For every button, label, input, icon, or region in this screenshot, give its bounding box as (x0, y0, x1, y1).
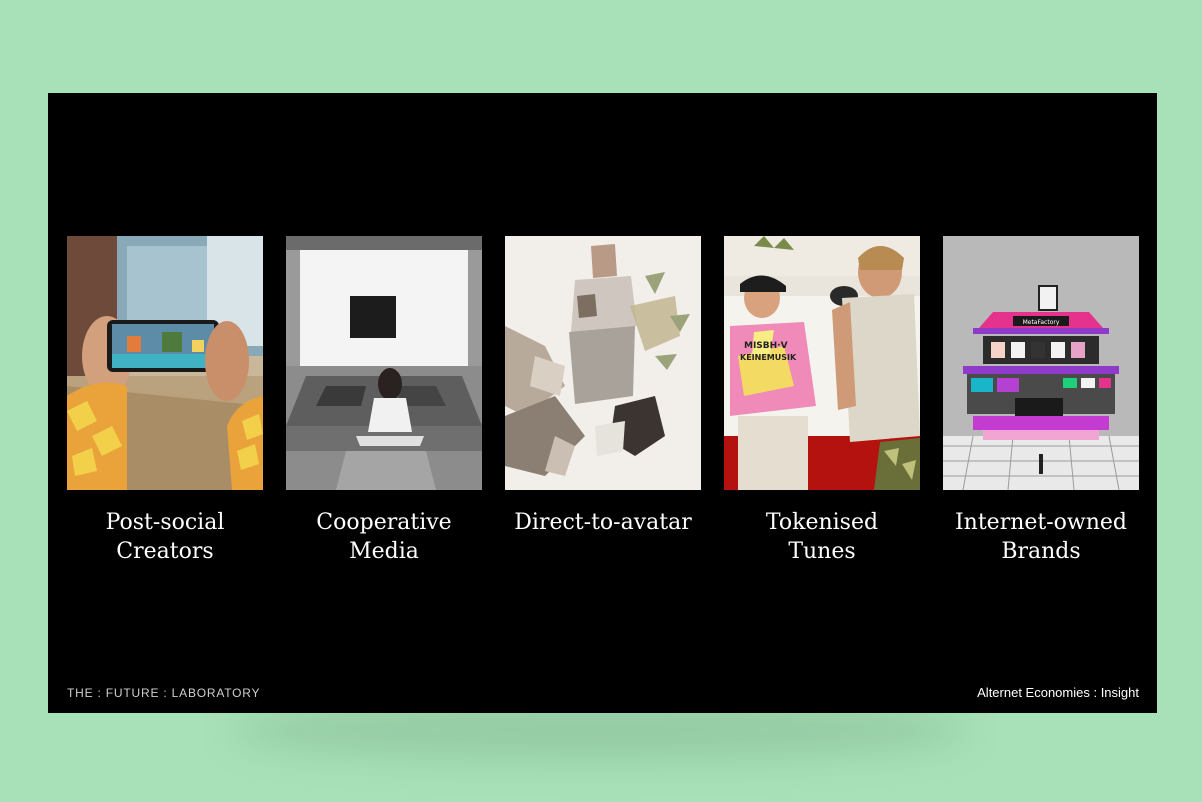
caption-line-1: Cooperative (316, 510, 452, 535)
metafactory-store-render: MetaFactory (943, 236, 1139, 490)
phone-game-photo (67, 236, 263, 490)
card-caption: Tokenised Tunes (724, 508, 920, 566)
caption-line-2: Brands (1001, 539, 1081, 564)
brand-logo-text: THE : FUTURE : LABORATORY (67, 686, 261, 700)
shattered-avatar-render (505, 236, 701, 490)
report-section-label: Alternet Economies : Insight (977, 685, 1139, 700)
caption-line-1: Direct-to-avatar (514, 510, 692, 535)
svg-text:MISBH·V: MISBH·V (744, 341, 788, 351)
caption-line-1: Internet-owned (954, 510, 1128, 535)
card-post-social-creators[interactable]: Post-social Creators (67, 236, 263, 566)
card-caption: Internet-owned Brands (943, 508, 1139, 566)
avatars-musicians-render: MISBH·V KEINEMUSIK (724, 236, 920, 490)
svg-text:KEINEMUSIK: KEINEMUSIK (740, 353, 797, 362)
presentation-slide: Post-social Creators Cooperative Media D… (48, 93, 1157, 713)
card-caption: Cooperative Media (286, 508, 482, 566)
gallery-viewer-photo (286, 236, 482, 490)
card-internet-owned-brands[interactable]: MetaFactory Internet-owned Brands (943, 236, 1139, 566)
caption-line-2: Creators (116, 539, 214, 564)
caption-line-1: Tokenised (765, 510, 879, 535)
caption-line-1: Post-social (105, 510, 225, 535)
card-caption: Direct-to-avatar (505, 508, 701, 537)
caption-line-2: Media (349, 539, 419, 564)
card-cooperative-media[interactable]: Cooperative Media (286, 236, 482, 566)
caption-line-2: Tunes (788, 539, 856, 564)
svg-text:MetaFactory: MetaFactory (1023, 319, 1060, 326)
card-caption: Post-social Creators (67, 508, 263, 566)
card-direct-to-avatar[interactable]: Direct-to-avatar (505, 236, 701, 537)
card-tokenised-tunes[interactable]: MISBH·V KEINEMUSIK Tokenised Tunes (724, 236, 920, 566)
